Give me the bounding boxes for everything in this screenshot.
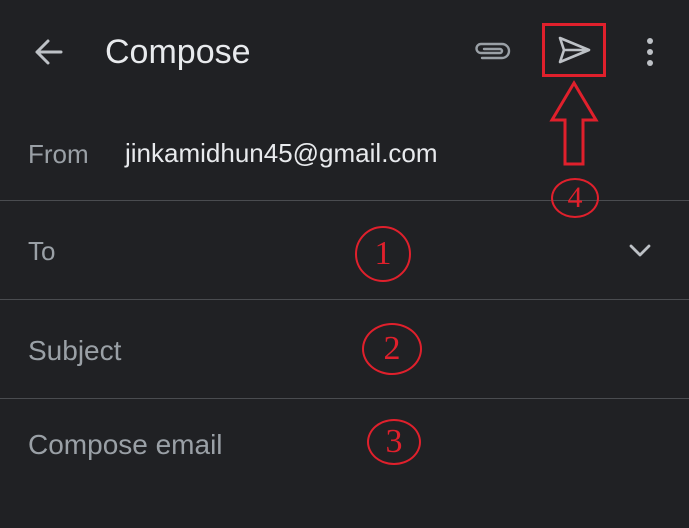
annotation-step-4: 4 <box>551 178 599 218</box>
compose-body-field[interactable]: Compose email <box>28 427 648 463</box>
send-icon <box>558 36 591 64</box>
more-options-button[interactable] <box>635 30 665 74</box>
from-label: From <box>28 139 89 169</box>
from-account[interactable]: jinkamidhun45@gmail.com <box>125 137 438 169</box>
to-label: To <box>28 236 56 266</box>
page-title: Compose <box>105 33 251 71</box>
divider <box>0 299 689 300</box>
back-button[interactable] <box>24 30 72 74</box>
divider <box>0 398 689 399</box>
annotation-up-arrow-icon <box>549 80 599 166</box>
arrow-left-icon <box>35 39 63 65</box>
send-button[interactable] <box>542 23 606 77</box>
expand-recipients-button[interactable] <box>620 234 660 266</box>
paperclip-icon <box>475 42 511 60</box>
vertical-dots-icon <box>647 38 653 66</box>
annotation-step-3: 3 <box>367 419 421 465</box>
annotation-step-2: 2 <box>362 323 422 375</box>
subject-field[interactable]: Subject <box>28 333 648 369</box>
attach-button[interactable] <box>466 30 518 74</box>
chevron-down-icon <box>629 244 651 257</box>
annotation-step-1: 1 <box>355 226 411 282</box>
to-field[interactable] <box>75 226 615 274</box>
